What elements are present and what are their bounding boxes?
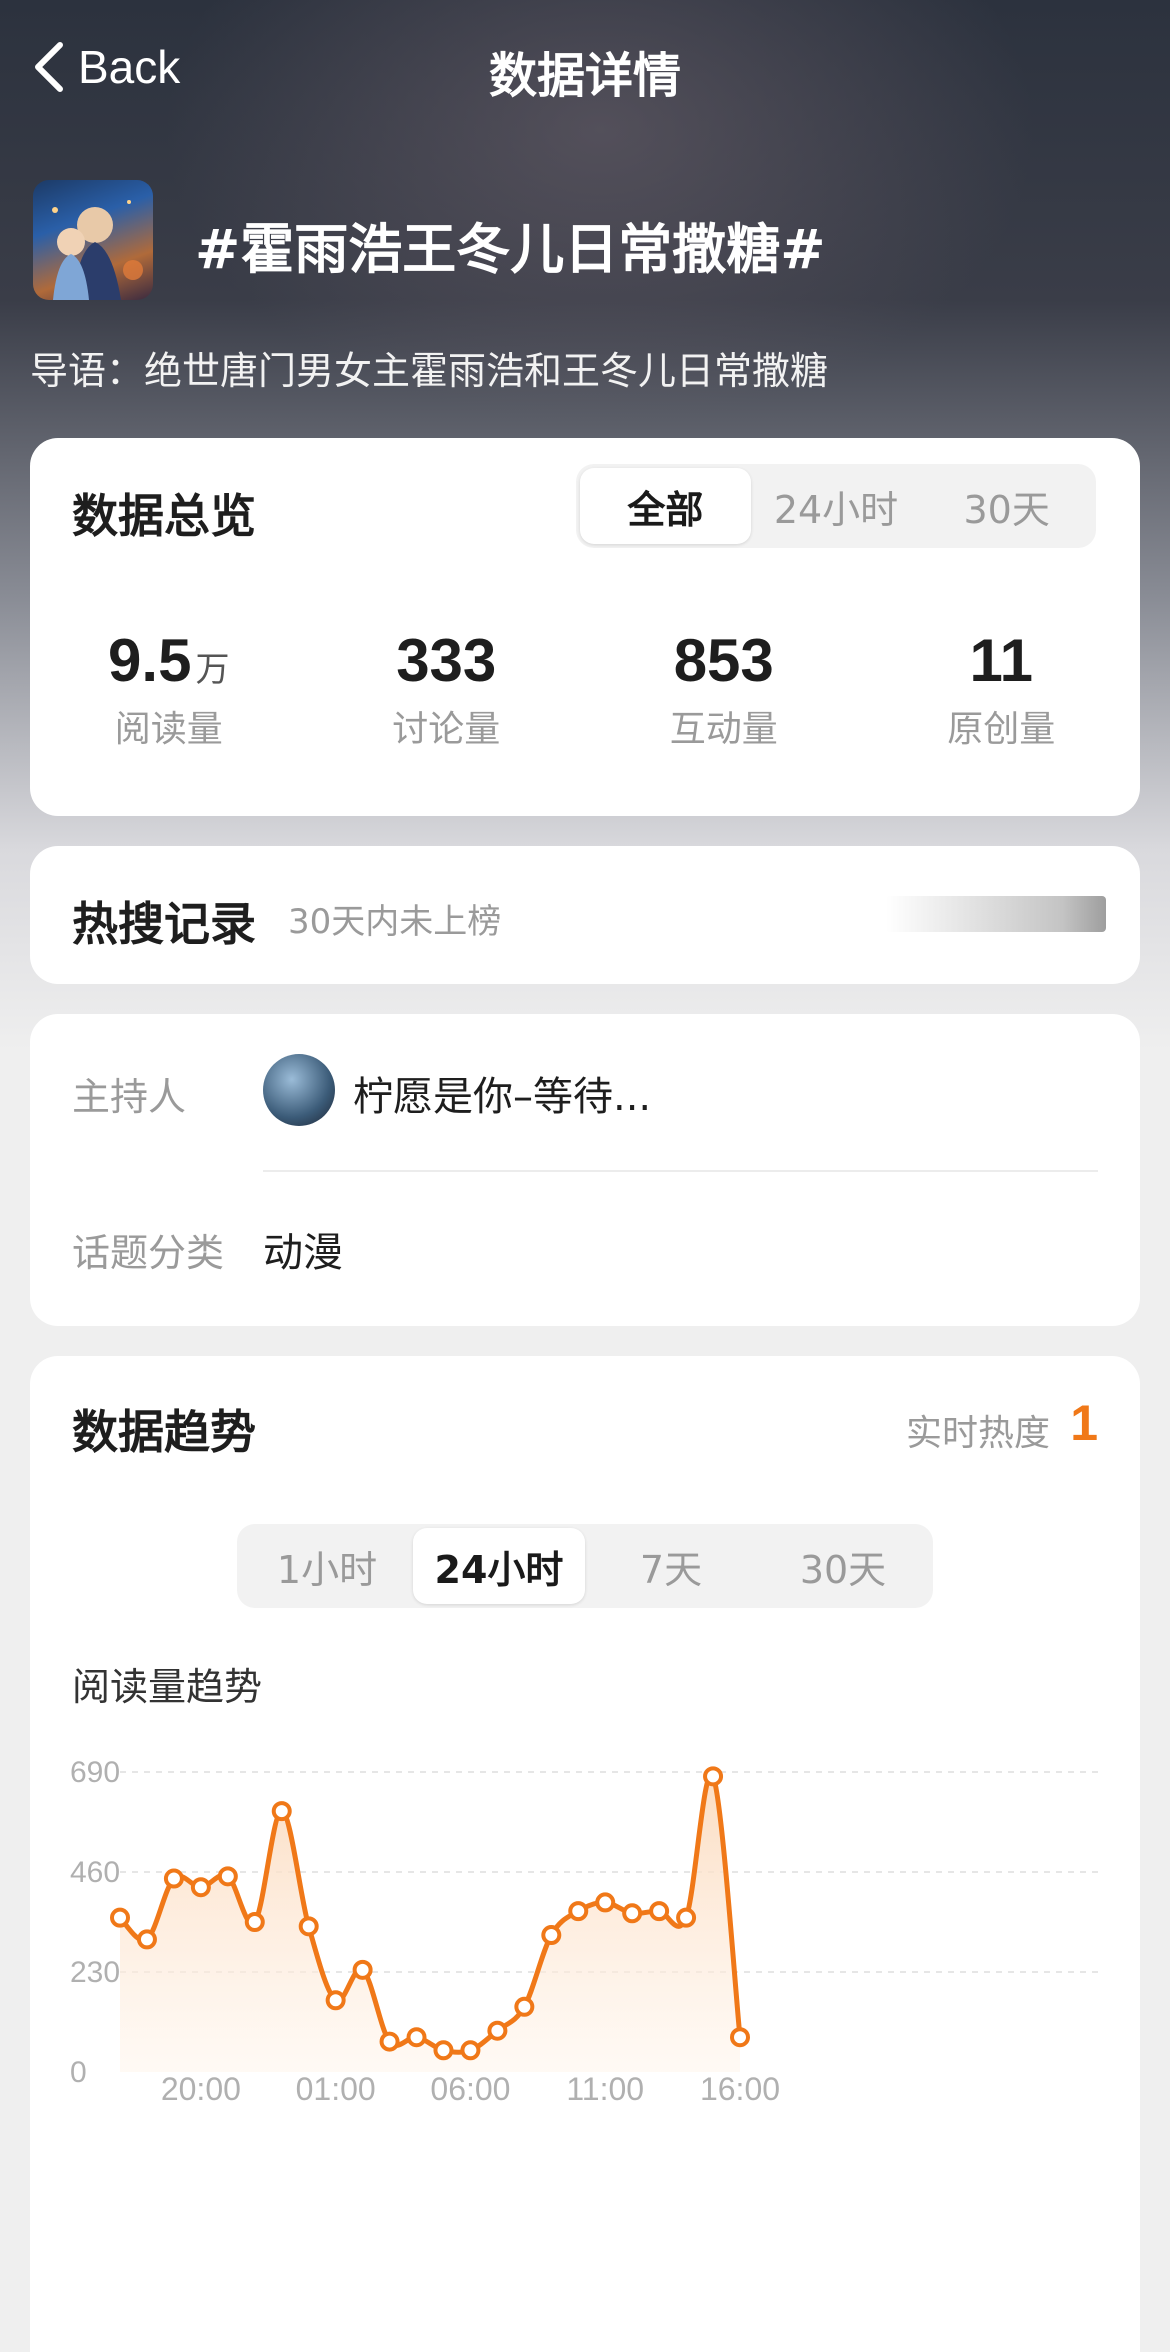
data-point[interactable] [271, 1801, 292, 1822]
x-tick-label: 16:00 [700, 2071, 780, 2107]
data-point[interactable] [298, 1916, 319, 1937]
tab-overview-30d[interactable]: 30天 [921, 468, 1092, 544]
stat-reads-value: 9.5 [108, 627, 192, 694]
stat-reads: 9.5 万 阅读量 [30, 626, 308, 752]
tab-trend-24h[interactable]: 24小时 [413, 1528, 585, 1604]
topic-info-card: 主持人 柠愿是你–等待... 话题分类 动漫 [30, 1014, 1140, 1326]
data-point[interactable] [730, 2027, 750, 2048]
host-name[interactable]: 柠愿是你–等待... [353, 1064, 651, 1122]
x-tick-label: 06:00 [430, 2071, 510, 2107]
overview-heading: 数据总览 [72, 489, 256, 543]
topic-intro: 导语：绝世唐门男女主霍雨浩和王冬儿日常撒糖 [30, 349, 829, 393]
data-overview-card: 数据总览 全部 24小时 30天 9.5 万 阅读量 333 讨论量 853 互动… [30, 438, 1140, 816]
tab-overview-all[interactable]: 全部 [580, 468, 751, 544]
stat-originals-value: 11 [969, 627, 1033, 694]
x-tick-label: 01:00 [296, 2071, 376, 2107]
data-point[interactable] [379, 2031, 400, 2052]
tab-trend-30d[interactable]: 30天 [757, 1528, 929, 1604]
chart-subtitle: 阅读量趋势 [72, 1665, 263, 1709]
stat-interactions-label: 互动量 [669, 709, 778, 750]
data-point[interactable] [217, 1866, 238, 1887]
data-point[interactable] [325, 1990, 346, 2011]
data-point[interactable] [676, 1907, 697, 1928]
category-label: 话题分类 [72, 1231, 225, 1275]
data-point[interactable] [460, 2040, 481, 2061]
data-point[interactable] [433, 2040, 454, 2061]
x-tick-label: 11:00 [566, 2071, 644, 2107]
tab-overview-24h[interactable]: 24小时 [751, 468, 922, 544]
tab-trend-1h[interactable]: 1小时 [241, 1528, 413, 1604]
stat-discussions-label: 讨论量 [392, 709, 501, 750]
data-point[interactable] [514, 1996, 535, 2017]
data-point[interactable] [541, 1925, 562, 1946]
series-area [120, 1774, 740, 2072]
page-title: 数据详情 [488, 48, 681, 104]
y-tick-label: 460 [70, 1856, 120, 1889]
data-point[interactable] [163, 1868, 184, 1889]
data-point[interactable] [703, 1766, 724, 1787]
stat-reads-label: 阅读量 [114, 709, 223, 750]
data-point[interactable] [406, 2027, 427, 2048]
data-point[interactable] [136, 1929, 157, 1950]
divider [263, 1170, 1098, 1172]
stat-reads-unit: 万 [195, 651, 230, 689]
read-trend-chart: 0 230 460 690 20:00 01:00 06:00 11:00 16:00 [70, 1756, 1100, 2107]
y-tick-label: 690 [70, 1756, 120, 1789]
host-label: 主持人 [72, 1075, 187, 1119]
data-point[interactable] [352, 1959, 373, 1980]
y-tick-label: 0 [70, 2056, 87, 2089]
data-point[interactable] [568, 1901, 589, 1922]
data-trend-card: 数据趋势 实时热度 1 1小时 24小时 7天 30天 阅读量趋势 0 230 46… [30, 1356, 1140, 2352]
x-tick-label: 20:00 [161, 2071, 241, 2107]
data-point[interactable] [595, 1892, 616, 1913]
data-point[interactable] [487, 2020, 508, 2041]
data-point[interactable] [110, 1907, 130, 1928]
data-point[interactable] [190, 1877, 211, 1898]
stat-originals-label: 原创量 [947, 709, 1056, 750]
navigation-bar: Back 数据详情 [0, 0, 1170, 130]
hot-search-heading: 热搜记录 [72, 897, 256, 951]
overview-stats: 9.5 万 阅读量 333 讨论量 853 互动量 11 原创量 [30, 626, 1140, 752]
topic-cover-image [33, 180, 153, 300]
trend-heading: 数据趋势 [72, 1405, 256, 1459]
realtime-heat-label: 实时热度 [905, 1413, 1050, 1454]
stat-originals: 11 原创量 [863, 626, 1141, 752]
avatar[interactable] [263, 1054, 335, 1126]
realtime-heat-value: 1 [1070, 1395, 1098, 1451]
topic-title: #霍雨浩王冬儿日常撒糖# [195, 218, 826, 281]
data-point[interactable] [244, 1912, 265, 1932]
stat-interactions-value: 853 [673, 627, 774, 694]
stat-interactions: 853 互动量 [585, 626, 863, 752]
y-tick-label: 230 [70, 1956, 120, 1989]
hot-search-card[interactable]: 热搜记录 30天内未上榜 [30, 846, 1140, 984]
overview-range-tabs: 全部 24小时 30天 [576, 464, 1096, 548]
stat-discussions: 333 讨论量 [308, 626, 586, 752]
hot-search-fade [886, 896, 1106, 932]
tab-trend-7d[interactable]: 7天 [585, 1528, 757, 1604]
category-value: 动漫 [263, 1230, 343, 1276]
hot-search-status: 30天内未上榜 [288, 902, 502, 942]
stat-discussions-value: 333 [396, 627, 497, 694]
data-point[interactable] [622, 1903, 643, 1924]
trend-range-tabs: 1小时 24小时 7天 30天 [237, 1524, 933, 1608]
data-point[interactable] [649, 1901, 670, 1922]
